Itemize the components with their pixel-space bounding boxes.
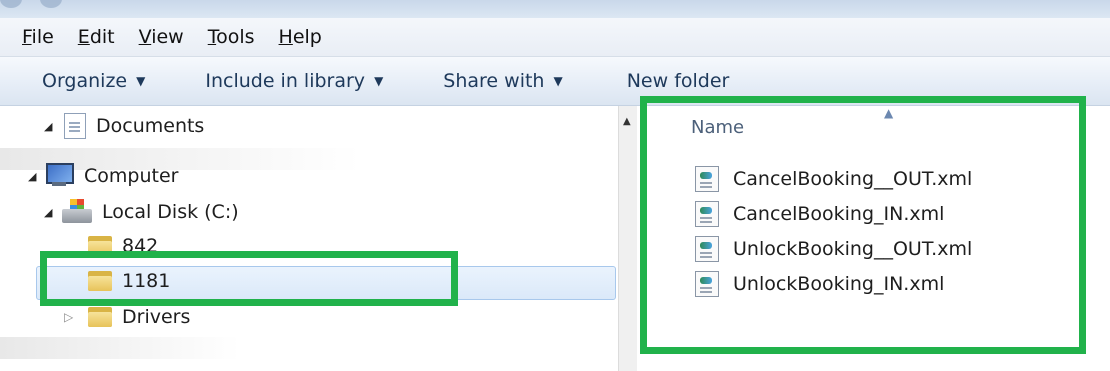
new-folder-button[interactable]: New folder <box>627 70 730 92</box>
blur-strip <box>0 337 240 359</box>
forward-button-remnant[interactable] <box>40 0 62 8</box>
menu-edit[interactable]: Edit <box>78 26 115 48</box>
back-button-remnant[interactable] <box>0 0 22 8</box>
dropdown-arrow-icon: ▼ <box>136 74 146 88</box>
expand-arrow-icon[interactable]: ▷ <box>64 310 78 324</box>
drive-icon <box>62 199 92 225</box>
menu-help[interactable]: Help <box>279 26 322 48</box>
nav-item-drivers[interactable]: ▷ Drivers <box>64 306 190 328</box>
highlight-box-files <box>640 96 1086 354</box>
new-folder-label: New folder <box>626 70 730 92</box>
menu-view[interactable]: View <box>139 26 184 48</box>
nav-item-label: Drivers <box>122 306 191 328</box>
navigation-scrollbar[interactable]: ▲ <box>618 106 637 371</box>
menu-file[interactable]: File <box>22 26 54 48</box>
dropdown-arrow-icon: ▼ <box>374 74 384 88</box>
organize-label: Organize <box>42 70 128 92</box>
include-in-library-button[interactable]: Include in library ▼ <box>205 70 383 92</box>
title-bar <box>0 0 1110 18</box>
nav-item-label: Computer <box>84 165 179 187</box>
computer-icon <box>44 163 74 189</box>
dropdown-arrow-icon: ▼ <box>553 74 563 88</box>
document-icon <box>64 113 86 139</box>
organize-button[interactable]: Organize ▼ <box>42 70 145 92</box>
include-in-library-label: Include in library <box>205 70 366 92</box>
highlight-box-folder <box>40 251 458 306</box>
nav-item-label: Local Disk (C:) <box>102 201 239 223</box>
collapse-arrow-icon[interactable]: ◢ <box>44 120 58 133</box>
folder-icon <box>88 307 112 327</box>
menu-tools[interactable]: Tools <box>208 26 255 48</box>
collapse-arrow-icon[interactable]: ◢ <box>28 170 42 183</box>
scroll-up-arrow-icon[interactable]: ▲ <box>623 116 631 127</box>
share-with-button[interactable]: Share with ▼ <box>443 70 562 92</box>
nav-item-computer[interactable]: ◢ Computer <box>28 163 178 189</box>
nav-item-documents[interactable]: ◢ Documents <box>44 113 204 139</box>
menu-bar: File Edit View Tools Help <box>0 18 1110 57</box>
share-with-label: Share with <box>443 70 545 92</box>
nav-item-label: Documents <box>96 115 205 137</box>
nav-item-local-disk[interactable]: ◢ Local Disk (C:) <box>44 199 239 225</box>
collapse-arrow-icon[interactable]: ◢ <box>44 206 58 219</box>
